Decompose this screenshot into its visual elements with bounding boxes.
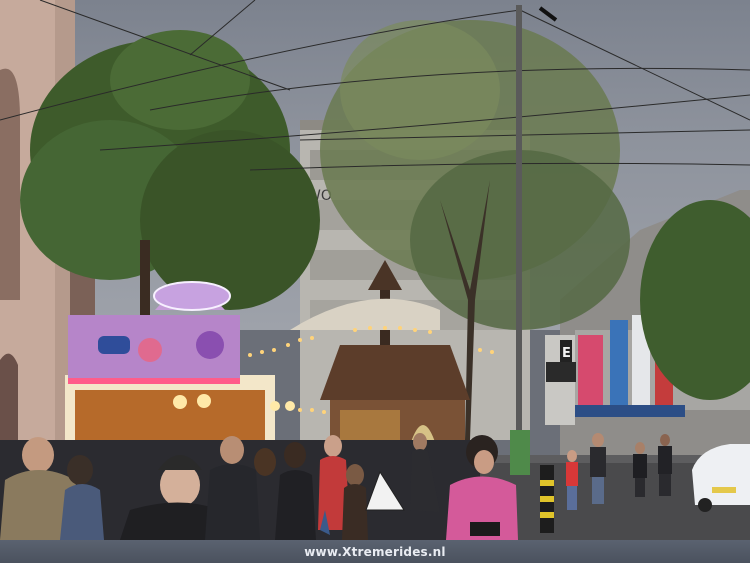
fair-booth (65, 281, 295, 445)
street-scene-svg: WO E (0, 0, 750, 540)
watermark-bar: www.Xtremerides.nl (0, 540, 750, 563)
green-kiosk (510, 430, 530, 475)
photo-scene: WO E www.Xtremerides.nl (0, 0, 750, 563)
crowd (0, 433, 518, 540)
watermark-url: www.Xtremerides.nl (304, 544, 446, 559)
tram-pole (516, 5, 522, 455)
shop-letter: E (562, 346, 571, 361)
yellow-bollard (540, 465, 554, 533)
tram-wire-insulator (538, 6, 558, 22)
